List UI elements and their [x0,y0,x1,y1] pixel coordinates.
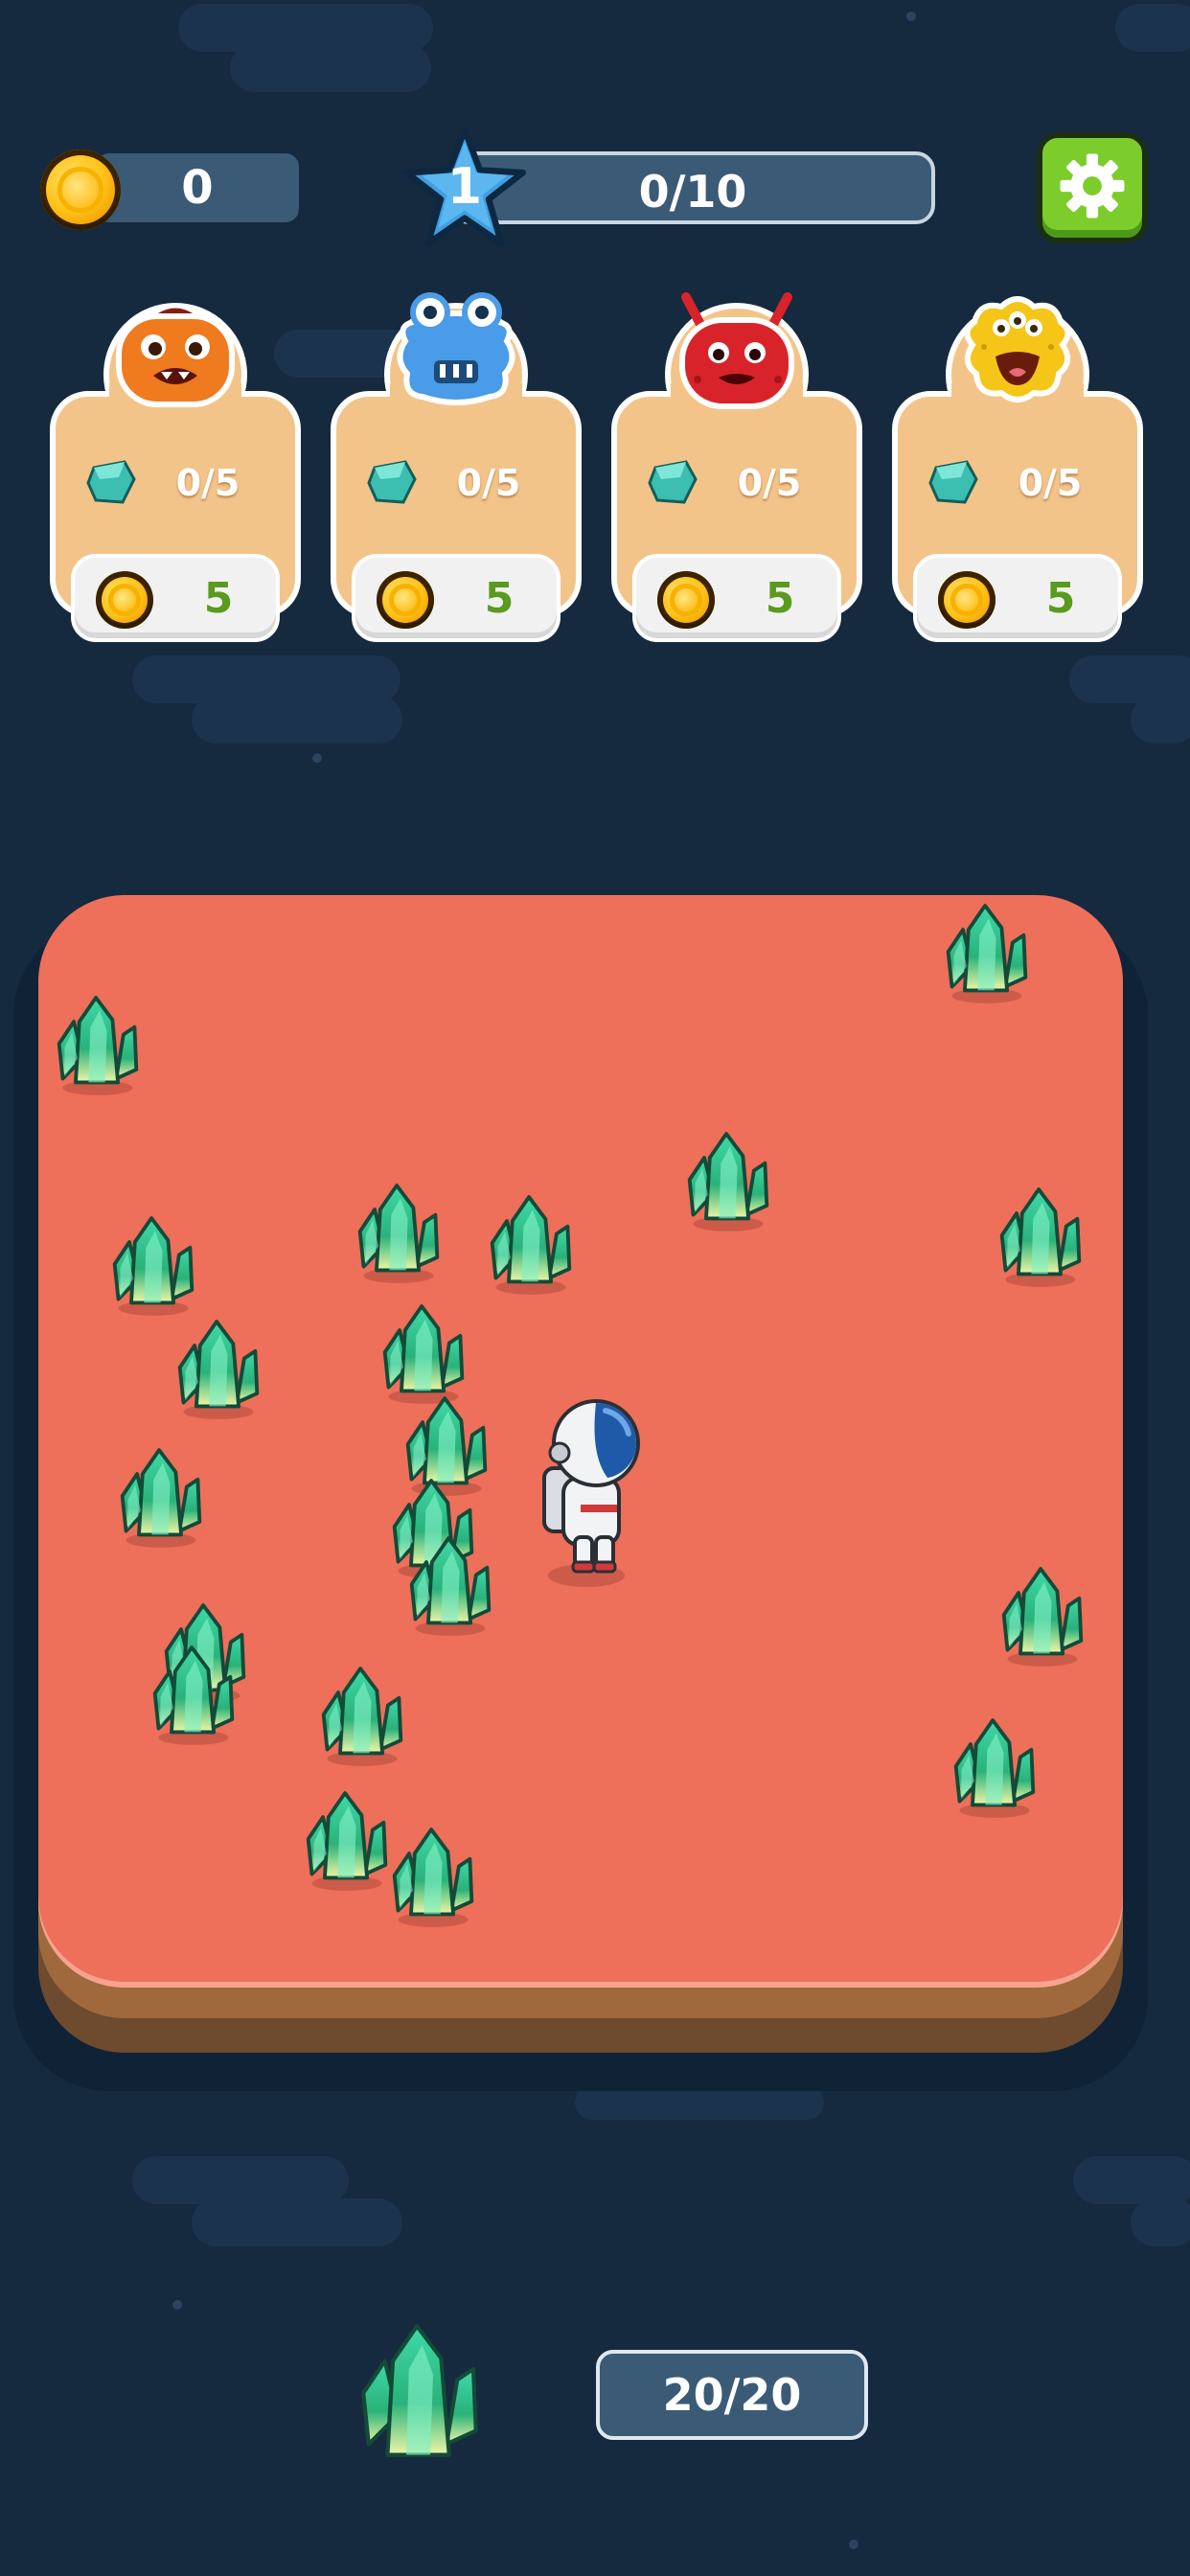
gem-icon [648,460,698,504]
yellow-monster-icon [964,296,1071,402]
crystal[interactable] [682,1129,774,1234]
coin-count: 0 [181,161,214,215]
crystal[interactable] [301,1788,393,1894]
level-progress-text: 0/10 [638,166,747,218]
gem-icon [928,460,978,504]
gem-progress: 0/5 [175,462,240,504]
crystal[interactable] [996,1564,1088,1669]
crystal[interactable] [378,1301,469,1407]
coin-icon [40,150,121,230]
coin-icon [96,571,153,629]
background-cloud [1073,2156,1190,2204]
coin-icon [657,571,715,629]
crystal-capacity-text: 20/20 [662,2369,802,2421]
background-cloud [192,696,402,744]
gem-icon [367,460,417,504]
gear-icon [1060,153,1125,218]
buy-button[interactable]: 5 [632,554,841,642]
crystal[interactable] [115,1445,207,1551]
price-value: 5 [484,574,515,623]
crystal[interactable] [941,901,1033,1006]
gem-progress: 0/5 [456,462,521,504]
astronaut-player[interactable] [537,1397,652,1589]
crystal[interactable] [107,1213,199,1319]
crystal-capacity: 20/20 [596,2350,868,2440]
crystal[interactable] [353,1181,445,1286]
price-value: 5 [203,574,234,623]
gem-progress: 0/5 [737,462,802,504]
crystal[interactable] [404,1533,496,1639]
background-cloud [1131,2198,1190,2246]
crystal[interactable] [148,1643,240,1748]
buy-button[interactable]: 5 [71,554,280,642]
monster-card-orange[interactable]: 0/5 5 [50,288,301,642]
settings-button[interactable] [1037,132,1148,243]
price-value: 5 [1045,574,1076,623]
gem-progress: 0/5 [1018,462,1083,504]
crystal[interactable] [387,1825,479,1930]
coin-icon [377,571,434,629]
price-value: 5 [765,574,795,623]
background-cloud [230,44,431,92]
background-star [849,2540,858,2549]
buy-button[interactable]: 5 [913,554,1122,642]
green-crystal-icon [361,2324,478,2457]
background-cloud [192,2198,402,2246]
crystal[interactable] [485,1192,577,1298]
buy-button[interactable]: 5 [352,554,561,642]
level-number: 1 [446,158,483,216]
coin-counter: 0 [96,153,299,222]
red-monster-icon [679,292,794,409]
background-star [312,753,322,763]
gem-icon [86,460,136,504]
background-star [906,12,916,21]
background-star [172,2300,182,2310]
crystal[interactable] [316,1664,408,1769]
crystal[interactable] [949,1715,1041,1821]
crystal[interactable] [995,1184,1087,1290]
crystal[interactable] [52,993,144,1098]
monster-card-yellow[interactable]: 0/5 5 [892,288,1143,642]
monster-card-blue[interactable]: 0/5 5 [331,288,582,642]
background-cloud [1115,4,1190,52]
background-cloud [1131,696,1190,744]
background-cloud [132,2156,349,2204]
monster-card-red[interactable]: 0/5 5 [611,288,862,642]
coin-icon [938,571,995,629]
crystal[interactable] [172,1317,264,1422]
orange-monster-icon [116,303,235,407]
blue-monster-icon [397,292,515,405]
